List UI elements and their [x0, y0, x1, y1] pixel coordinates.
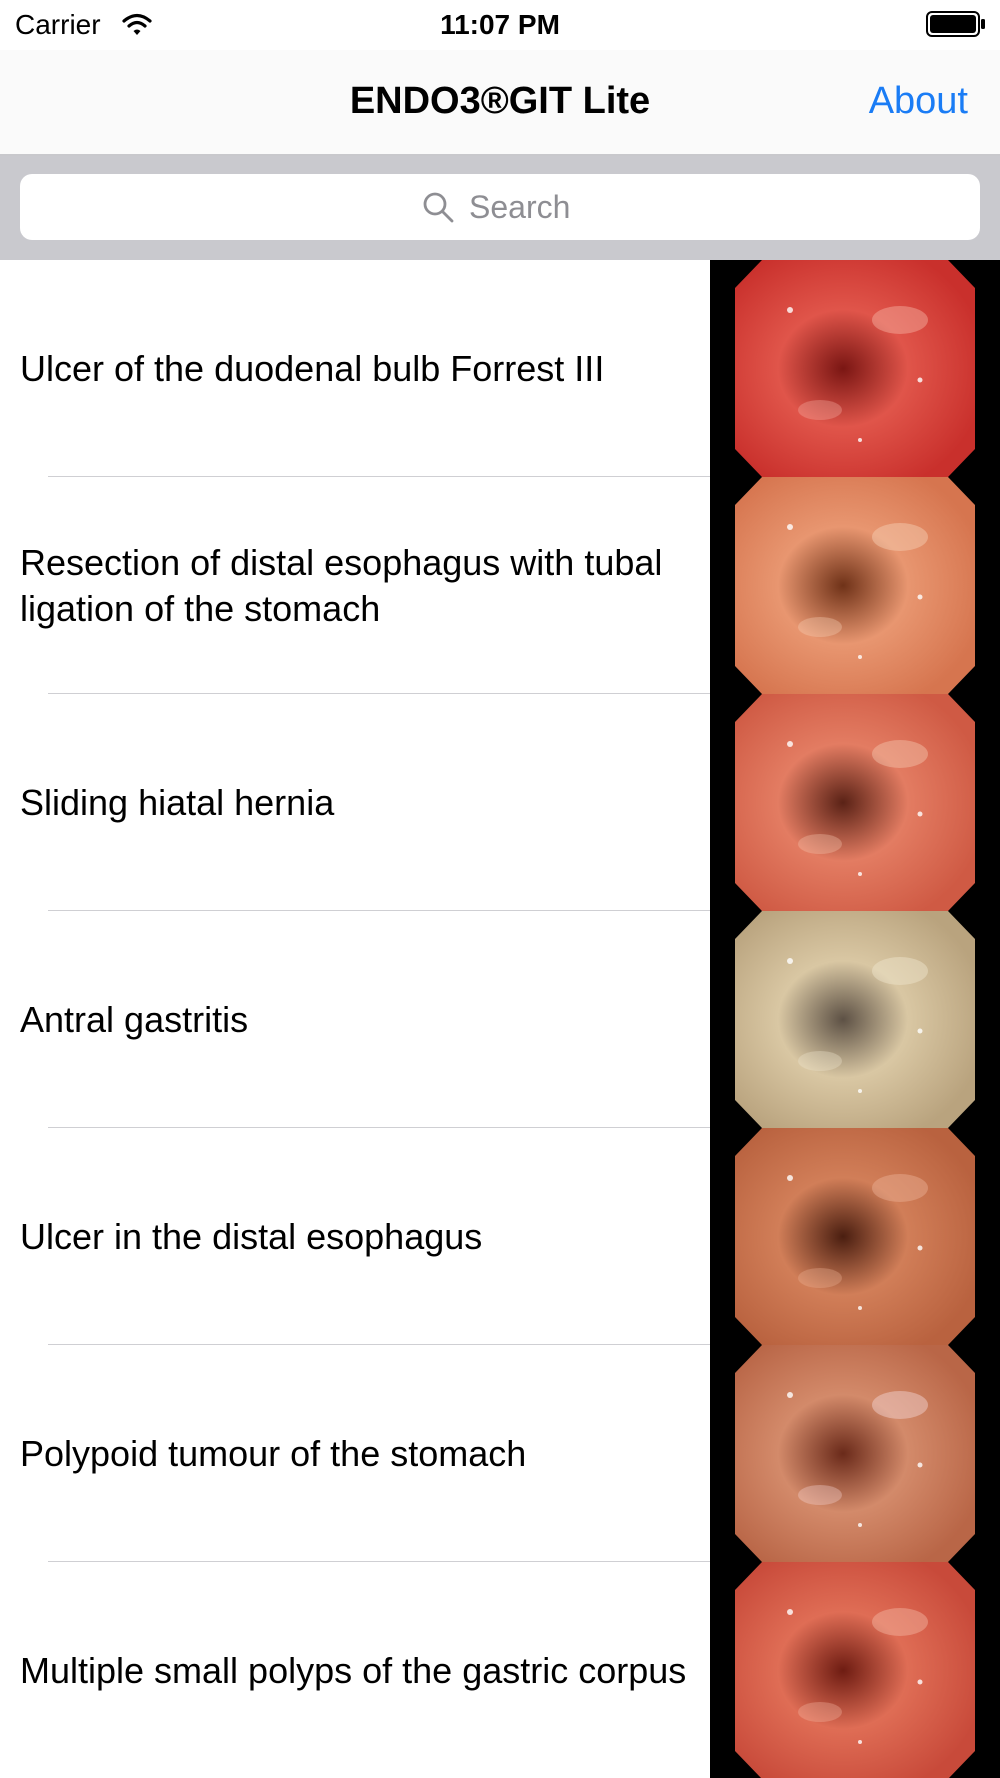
- search-icon: [423, 192, 454, 223]
- endoscopy-image: [710, 477, 1000, 694]
- endoscopy-image: [710, 1128, 1000, 1345]
- page-title: ENDO3®GIT Lite: [349, 80, 651, 122]
- procedure-list: Ulcer of the duodenal bulb Forrest III Re…: [0, 260, 1000, 1778]
- endoscopy-thumbnail: [710, 1128, 1000, 1345]
- list-item[interactable]: Antral gastritis: [0, 911, 1000, 1128]
- endoscopy-thumbnail: [710, 1562, 1000, 1778]
- search-input[interactable]: [469, 188, 579, 226]
- list-item[interactable]: Sliding hiatal hernia: [0, 694, 1000, 911]
- search-field[interactable]: [20, 174, 980, 240]
- endoscopy-thumbnail: [710, 260, 1000, 477]
- list-item-label: Resection of distal esophagus with tubal…: [20, 541, 663, 629]
- endoscopy-image: [710, 260, 1000, 477]
- endoscopy-thumbnail: [710, 477, 1000, 694]
- about-button[interactable]: About: [869, 78, 968, 124]
- endoscopy-image: [710, 911, 1000, 1128]
- navigation-bar: ENDO3®GIT Lite About: [0, 50, 1000, 156]
- status-bar: Carrier 11:07 PM: [0, 0, 1000, 50]
- clock: 11:07 PM: [440, 9, 560, 40]
- list-item[interactable]: Resection of distal esophagus with tubal…: [0, 477, 1000, 694]
- battery-icon: [926, 11, 985, 37]
- endoscopy-thumbnail: [710, 911, 1000, 1128]
- search-bar: [0, 156, 1000, 260]
- list-item-label: Antral gastritis: [20, 998, 249, 1040]
- list-item[interactable]: Multiple small polyps of the gastric cor…: [0, 1562, 1000, 1778]
- list-item-label: Sliding hiatal hernia: [20, 781, 335, 823]
- list-item-label: Ulcer of the duodenal bulb Forrest III: [20, 347, 605, 389]
- endoscopy-image: [710, 1345, 1000, 1562]
- list-item-label: Polypoid tumour of the stomach: [20, 1432, 527, 1474]
- endoscopy-thumbnail: [710, 1345, 1000, 1562]
- endoscopy-thumbnail: [710, 694, 1000, 911]
- list-item[interactable]: Polypoid tumour of the stomach: [0, 1345, 1000, 1562]
- list-item[interactable]: Ulcer of the duodenal bulb Forrest III: [0, 260, 1000, 477]
- endoscopy-image: [710, 1562, 1000, 1778]
- list-item[interactable]: Ulcer in the distal esophagus: [0, 1128, 1000, 1345]
- endoscopy-image: [710, 694, 1000, 911]
- list-item-label: Multiple small polyps of the gastric cor…: [20, 1649, 687, 1691]
- list-item-label: Ulcer in the distal esophagus: [20, 1215, 483, 1257]
